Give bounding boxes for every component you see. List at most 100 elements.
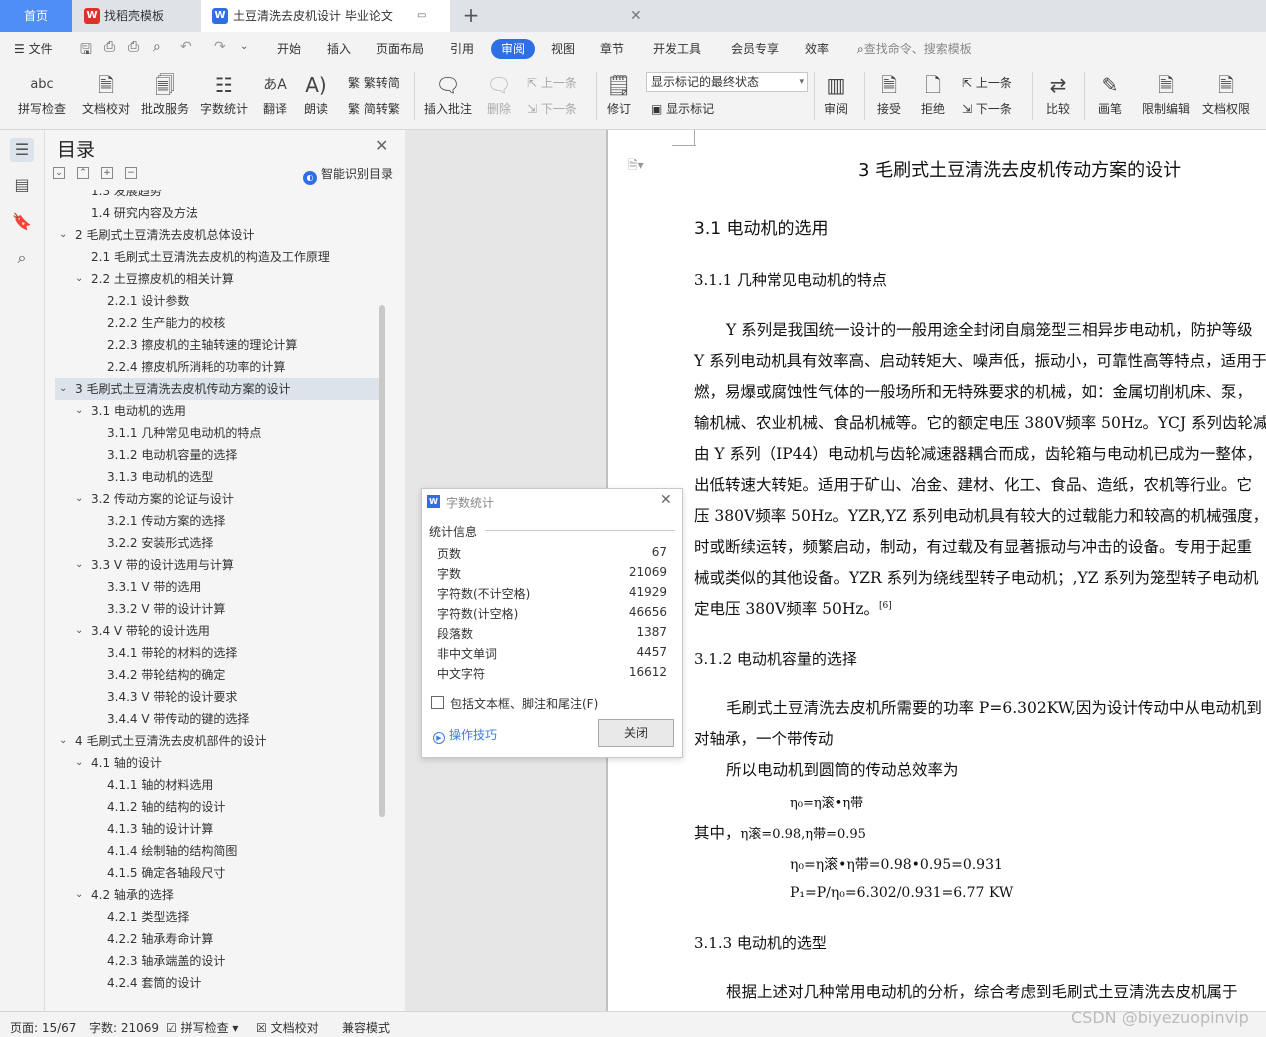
chevron-down-icon[interactable]: ⌄ [75, 268, 83, 290]
chevron-down-icon[interactable]: ⌄ [75, 400, 83, 422]
spell-check-status[interactable]: ☑ 拼写检查 ▾ [166, 1019, 238, 1036]
chevron-down-icon[interactable]: ⌄ [75, 554, 83, 576]
doc-proof-status[interactable]: ☒ 文档校对 [256, 1019, 319, 1036]
prev-comment-button[interactable]: ⇱ 上一条 [527, 74, 577, 91]
trad-to-simp-button[interactable]: 繁 繁转简 [348, 74, 400, 91]
toc-item[interactable]: ⌄ 3 毛刷式土豆清洗去皮机传动方案的设计 [55, 378, 380, 400]
new-tab-button[interactable]: + [460, 0, 482, 32]
include-textbox-label[interactable]: 包括文本框、脚注和尾注(F) [450, 695, 598, 712]
tips-link[interactable]: ▶ 操作技巧 [433, 726, 497, 744]
toc-item[interactable]: 3.3.1 V 带的选用 [55, 576, 380, 598]
menu-insert[interactable]: 插入 [327, 39, 351, 59]
menu-chapter[interactable]: 章节 [600, 39, 624, 59]
print-preview-icon[interactable]: ⌕ [153, 39, 161, 55]
revise-service-button[interactable]: 🗐 批改服务 [140, 70, 190, 118]
toc-item[interactable]: 4.2.3 轴承端盖的设计 [55, 950, 380, 972]
toc-item[interactable]: ⌄ 3.3 V 带的设计选用与计算 [55, 554, 380, 576]
restrict-edit-button[interactable]: 🗎 限制编辑 [1140, 70, 1192, 118]
chevron-down-icon[interactable]: ⌄ [59, 378, 67, 400]
toc-item[interactable]: 4.2.4 套筒的设计 [55, 972, 380, 994]
markup-state-select[interactable]: 显示标记的最终状态 ▾ [646, 72, 808, 92]
close-tab-icon[interactable]: ✕ [630, 0, 642, 32]
close-button[interactable]: 关闭 [598, 719, 674, 747]
menu-page-layout[interactable]: 页面布局 [376, 39, 424, 59]
include-textbox-checkbox[interactable] [431, 696, 444, 709]
redo-icon[interactable]: ↷ [214, 39, 226, 55]
toc-item[interactable]: 3.4.1 带轮的材料的选择 [55, 642, 380, 664]
doc-permission-button[interactable]: 🗎 文档权限 [1200, 70, 1252, 118]
word-count-indicator[interactable]: 字数: 21069 [89, 1019, 159, 1036]
menu-efficiency[interactable]: 效率 [805, 39, 829, 59]
close-icon[interactable]: ✕ [660, 492, 672, 508]
toc-item[interactable]: ⌄ 3.1 电动机的选用 [55, 400, 380, 422]
word-count-button[interactable]: ☷ 字数统计 [199, 70, 249, 118]
toc-item[interactable]: 4.1.4 绘制轴的结构简图 [55, 840, 380, 862]
show-markup-button[interactable]: ▣ 显示标记 [651, 100, 714, 117]
toc-item[interactable]: ⌄ 3.4 V 带轮的设计选用 [55, 620, 380, 642]
next-comment-button[interactable]: ⇲ 下一条 [527, 100, 577, 117]
chevron-down-icon[interactable]: ⌄ [75, 884, 83, 906]
accept-button[interactable]: 🗎 接受 [872, 70, 906, 118]
reject-button[interactable]: 🗋 拒绝 [916, 70, 950, 118]
toc-item[interactable]: 3.4.2 带轮结构的确定 [55, 664, 380, 686]
add-heading-icon[interactable]: + [101, 167, 113, 179]
tab-document[interactable]: W 土豆清洗去皮机设计 毕业论文 ▭ ✕ [201, 0, 642, 32]
toc-scrollbar[interactable] [379, 305, 385, 817]
find-icon[interactable]: ⌕ [10, 246, 34, 270]
chevron-down-icon[interactable]: ⌄ [75, 752, 83, 774]
citation-ref[interactable]: [6] [879, 601, 892, 611]
menu-review[interactable]: 审阅 [491, 39, 536, 59]
print-icon[interactable]: ⎙ [128, 39, 139, 55]
command-search[interactable]: ⌕查找命令、搜索模板 [857, 39, 972, 59]
simp-to-trad-button[interactable]: 繁 简转繁 [348, 100, 400, 117]
toc-item[interactable]: 3.2.2 安装形式选择 [55, 532, 380, 554]
collapse-all-icon[interactable]: ⌄ [53, 167, 65, 179]
read-aloud-button[interactable]: A) 朗读 [302, 70, 330, 118]
document-page[interactable]: 🗎▾ 3 毛刷式土豆清洗去皮机传动方案的设计 3.1 电动机的选用 3.1.1 … [608, 130, 1266, 1011]
tab-template[interactable]: W 找稻壳模板 [72, 0, 200, 32]
toc-item[interactable]: 3.1.3 电动机的选型 [55, 466, 380, 488]
close-icon[interactable]: ✕ [375, 136, 388, 155]
toc-item[interactable]: 2.2.3 擦皮机的主轴转速的理论计算 [55, 334, 380, 356]
bookmark-icon[interactable]: 🔖 [10, 210, 34, 234]
next-change-button[interactable]: ⇲ 下一条 [962, 100, 1012, 117]
toc-item[interactable]: ⌄ 3.2 传动方案的论证与设计 [55, 488, 380, 510]
pen-button[interactable]: ✎ 画笔 [1094, 70, 1126, 118]
compare-button[interactable]: ⇄ 比较 [1040, 70, 1076, 118]
menu-references[interactable]: 引用 [450, 39, 474, 59]
page-indicator[interactable]: 页面: 15/67 [10, 1019, 76, 1036]
spell-check-button[interactable]: abc 拼写检查 [12, 70, 72, 118]
toc-item[interactable]: 2.1 毛刷式土豆清洗去皮机的构造及工作原理 [55, 246, 380, 268]
toc-item[interactable]: 4.1.1 轴的材料选用 [55, 774, 380, 796]
remove-heading-icon[interactable]: − [125, 167, 137, 179]
menu-member[interactable]: 会员专享 [731, 39, 779, 59]
toc-item[interactable]: ⌄ 4.2 轴承的选择 [55, 884, 380, 906]
toc-item[interactable]: 2.2.2 生产能力的校核 [55, 312, 380, 334]
toc-item[interactable]: 4.1.2 轴的结构的设计 [55, 796, 380, 818]
toc-item[interactable]: 3.4.4 V 带传动的键的选择 [55, 708, 380, 730]
toc-item[interactable]: ⌄ 2 毛刷式土豆清洗去皮机总体设计 [55, 224, 380, 246]
page-options-icon[interactable]: 🗎▾ [628, 156, 644, 177]
tab-monitor-icon[interactable]: ▭ [417, 0, 426, 32]
toc-item[interactable]: 3.1.1 几种常见电动机的特点 [55, 422, 380, 444]
undo-icon[interactable]: ↶ [180, 39, 192, 55]
revise-button[interactable]: 🗒 修订 [601, 70, 637, 118]
ai-recognize-toc-button[interactable]: ◐ 智能识别目录 [303, 165, 393, 185]
translate-button[interactable]: あA 翻译 [257, 70, 293, 118]
toc-panel-icon[interactable]: ☰ [10, 138, 34, 162]
export-pdf-icon[interactable]: ⎙ [104, 39, 115, 55]
toc-item[interactable]: 2.2.4 擦皮机所消耗的功率的计算 [55, 356, 380, 378]
chevron-down-icon[interactable]: ⌄ [59, 730, 67, 752]
tab-home[interactable]: 首页 [0, 0, 72, 32]
toc-item[interactable]: ⌄ 2.2 土豆擦皮机的相关计算 [55, 268, 380, 290]
toc-item[interactable]: 4.2.2 轴承寿命计算 [55, 928, 380, 950]
toc-item[interactable]: 3.3.2 V 带的设计计算 [55, 598, 380, 620]
expand-up-icon[interactable]: ⌃ [77, 167, 89, 179]
toc-item[interactable]: 3.4.3 V 带轮的设计要求 [55, 686, 380, 708]
file-menu[interactable]: ☰ 文件 [14, 39, 53, 59]
chevron-down-icon[interactable]: ⌄ [59, 224, 67, 246]
dialog-titlebar[interactable]: W 字数统计 ✕ [422, 489, 682, 515]
toc-item[interactable]: 4.2.1 类型选择 [55, 906, 380, 928]
delete-comment-button[interactable]: 🗨 删除 [481, 70, 517, 118]
menu-dev-tools[interactable]: 开发工具 [653, 39, 701, 59]
